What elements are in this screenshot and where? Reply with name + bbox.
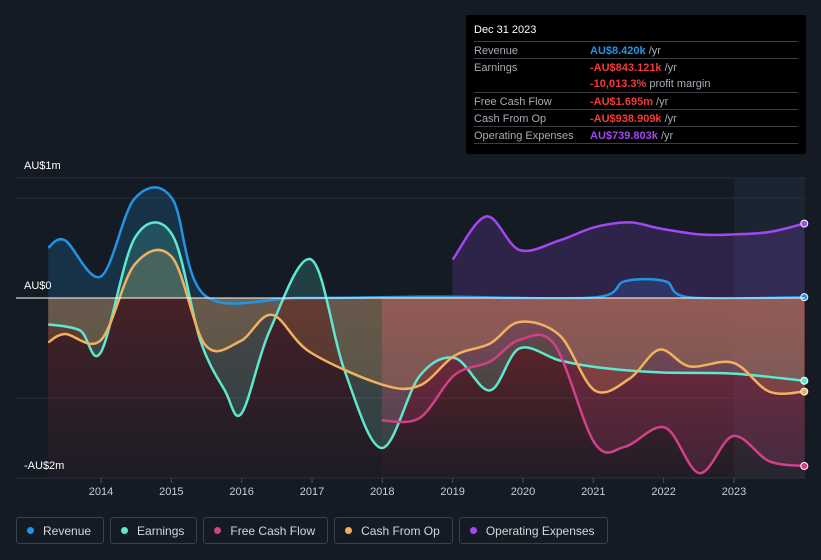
x-tick-label: 2015 (159, 486, 183, 498)
y-tick-label: -AU$2m (24, 460, 65, 472)
tooltip-label: Cash From Op (474, 113, 547, 125)
tooltip: Dec 31 2023 Revenue AU$8.420k /yr Earnings… (466, 15, 806, 154)
legend-dot-icon (214, 527, 222, 534)
tooltip-row: Revenue AU$8.420k /yr (474, 41, 798, 59)
tooltip-value: AU$8.420k /yr (590, 45, 661, 57)
legend-label: Earnings (137, 523, 185, 538)
legend-label: Free Cash Flow (230, 523, 316, 538)
x-tick-label: 2020 (511, 486, 535, 498)
legend-label: Revenue (43, 523, 92, 538)
series-end-point (800, 387, 809, 396)
x-tick-label: 2017 (300, 486, 324, 498)
tooltip-value: -AU$938.909k /yr (590, 113, 677, 125)
series-end-point (800, 462, 809, 470)
y-tick-label: AU$1m (24, 160, 61, 172)
tooltip-value: -AU$1.695m /yr (590, 96, 669, 108)
x-tick-label: 2021 (581, 486, 605, 498)
tooltip-date: Dec 31 2023 (474, 24, 537, 36)
tooltip-label: Free Cash Flow (474, 96, 552, 108)
legend-dot-icon (345, 527, 353, 534)
legend-item-revenue[interactable]: Revenue (16, 517, 105, 544)
x-tick-label: 2016 (229, 486, 253, 498)
x-tick-label: 2014 (89, 486, 113, 498)
tooltip-label: Revenue (474, 45, 519, 57)
tooltip-value: -AU$843.121k /yr (590, 62, 677, 74)
x-tick-label: 2019 (440, 486, 464, 498)
legend-item-operating-expenses[interactable]: Operating Expenses (458, 517, 608, 544)
series-end-point (800, 293, 809, 302)
legend-item-cash-from-op[interactable]: Cash From Op (334, 517, 453, 544)
tooltip-value: AU$739.803k /yr (590, 130, 674, 142)
tooltip-label: Earnings (474, 62, 518, 74)
tooltip-label: Operating Expenses (474, 130, 574, 142)
x-tick-label: 2018 (370, 486, 394, 498)
series-end-point (800, 376, 809, 385)
legend-dot-icon (469, 527, 477, 534)
legend-dot-icon (121, 527, 129, 534)
legend-item-earnings[interactable]: Earnings (110, 517, 198, 544)
tooltip-row: Free Cash Flow -AU$1.695m /yr (474, 92, 798, 110)
legend: Revenue Earnings Free Cash Flow Cash From O… (16, 517, 608, 544)
legend-label: Operating Expenses (485, 523, 595, 538)
series-end-point (800, 219, 809, 228)
tooltip-row: Operating Expenses AU$739.803k /yr (474, 126, 798, 144)
tooltip-row: Cash From Op -AU$938.909k /yr (474, 109, 798, 127)
x-tick-label: 2023 (722, 486, 746, 498)
y-tick-label: AU$0 (24, 280, 52, 292)
tooltip-row: Earnings -AU$843.121k /yr (474, 58, 798, 76)
legend-item-free-cash-flow[interactable]: Free Cash Flow (203, 517, 329, 544)
tooltip-row: -10,013.3% profit margin (474, 75, 798, 92)
x-tick-label: 2022 (651, 486, 675, 498)
tooltip-value: -10,013.3% profit margin (590, 78, 711, 90)
legend-dot-icon (27, 527, 34, 534)
legend-label: Cash From Op (361, 523, 440, 538)
